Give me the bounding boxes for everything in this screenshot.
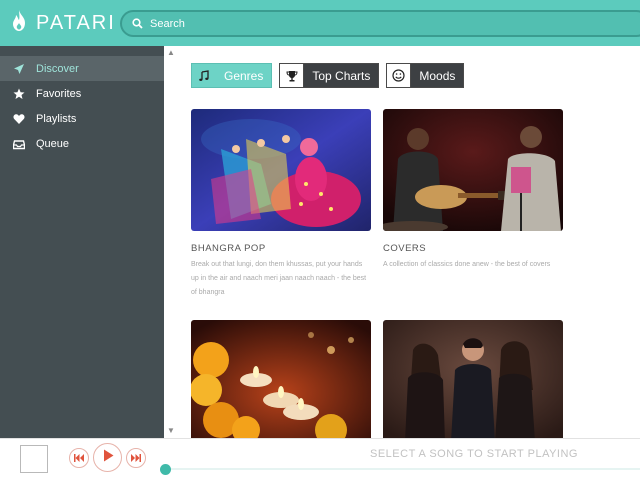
sidebar-item-label: Favorites <box>36 87 82 100</box>
tab-moods[interactable]: Moods <box>386 63 465 88</box>
sidebar-item-label: Playlists <box>36 112 77 125</box>
genre-card-bhangra-pop[interactable]: BHANGRA POP Break out that lungi, don th… <box>191 109 371 300</box>
app-logo[interactable]: PATARI <box>10 9 116 37</box>
genre-card-4[interactable] <box>383 320 563 438</box>
search-input[interactable] <box>150 17 630 30</box>
next-button[interactable] <box>126 448 146 468</box>
genre-card-3[interactable] <box>191 320 371 438</box>
main-content: ▲ Genres Top Charts Moods BHANGRA POP Br… <box>164 46 640 438</box>
flame-icon <box>10 9 28 38</box>
category-tabs: Genres Top Charts Moods <box>191 63 465 88</box>
previous-icon <box>74 449 84 467</box>
play-icon <box>102 449 114 467</box>
progress-bar[interactable] <box>166 468 640 470</box>
card-title: BHANGRA POP <box>191 243 266 254</box>
star-icon <box>12 87 26 101</box>
covers-image[interactable] <box>383 109 563 231</box>
sidebar-item-queue[interactable]: Queue <box>0 131 164 156</box>
sidebar-item-discover[interactable]: Discover <box>0 56 164 81</box>
card-image[interactable] <box>383 320 563 438</box>
search-icon <box>130 17 144 31</box>
sidebar-item-label: Discover <box>36 62 79 75</box>
inbox-icon <box>12 137 26 151</box>
bhangra-pop-image[interactable] <box>191 109 371 231</box>
progress-handle[interactable] <box>160 464 171 475</box>
paper-plane-icon <box>12 62 26 76</box>
player-status-text: SELECT A SONG TO START PLAYING <box>370 448 578 460</box>
heart-icon <box>12 112 26 126</box>
sidebar-item-playlists[interactable]: Playlists <box>0 106 164 131</box>
search-bar[interactable] <box>120 10 640 37</box>
trophy-icon <box>280 64 305 87</box>
album-art-placeholder <box>20 445 48 473</box>
next-icon <box>131 449 141 467</box>
tab-label: Genres <box>224 68 264 83</box>
player-bar: SELECT A SONG TO START PLAYING <box>0 438 640 480</box>
scroll-down-arrow[interactable]: ▼ <box>167 426 175 435</box>
scroll-up-arrow[interactable]: ▲ <box>167 48 175 57</box>
tab-top-charts[interactable]: Top Charts <box>279 63 380 88</box>
tab-label: Top Charts <box>312 68 371 83</box>
tab-genres[interactable]: Genres <box>191 63 273 88</box>
app-header: PATARI <box>0 0 640 46</box>
sidebar-item-label: Queue <box>36 137 70 150</box>
card-title: COVERS <box>383 243 427 254</box>
smiley-icon <box>387 64 412 87</box>
app-name: PATARI <box>36 11 116 34</box>
tab-label: Moods <box>419 68 456 83</box>
card-image[interactable] <box>191 320 371 438</box>
previous-button[interactable] <box>69 448 89 468</box>
card-description: A collection of classics done anew - the… <box>383 261 551 268</box>
sidebar: Discover Favorites Playlists Queue <box>0 46 164 438</box>
music-note-icon <box>192 64 216 87</box>
genre-card-covers[interactable]: COVERS A collection of classics done ane… <box>383 109 563 272</box>
sidebar-item-favorites[interactable]: Favorites <box>0 81 164 106</box>
card-description: Break out that lungi, don them khussas, … <box>191 261 367 296</box>
play-button[interactable] <box>93 443 122 472</box>
